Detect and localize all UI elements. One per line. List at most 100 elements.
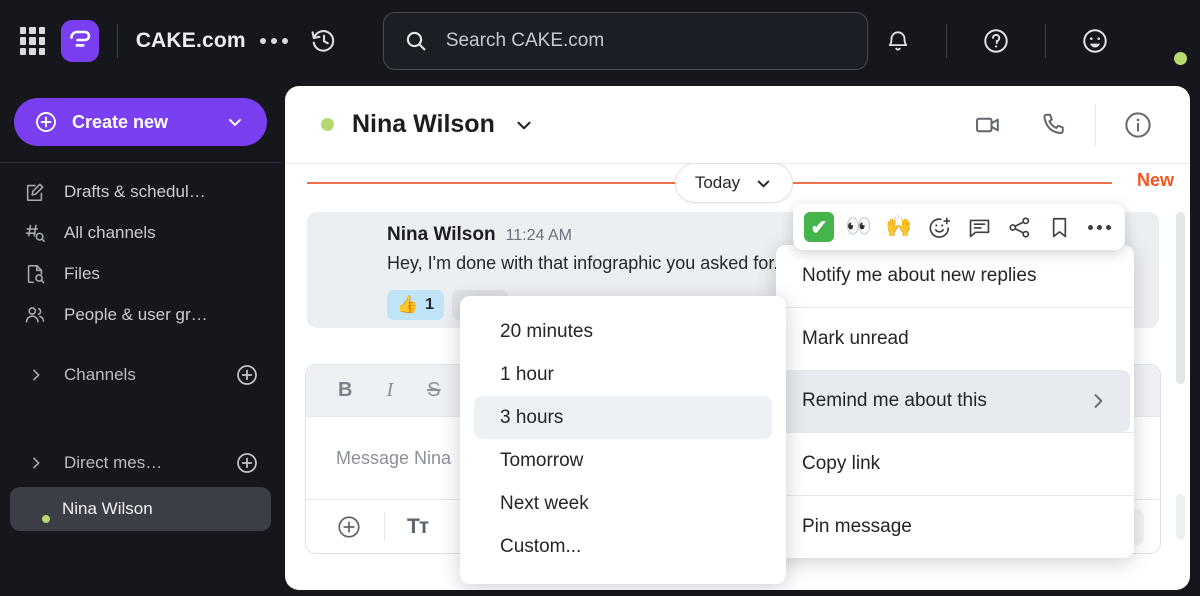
- top-bar-right: [868, 16, 1200, 67]
- add-reaction-button[interactable]: [921, 209, 957, 245]
- reaction-count: 1: [425, 296, 435, 313]
- chevron-down-icon: [754, 174, 773, 193]
- menu-item-mark-unread[interactable]: Mark unread: [780, 308, 1130, 370]
- question-circle-icon[interactable]: [965, 27, 1027, 55]
- search-icon: [404, 29, 428, 53]
- sidebar-item-label: Drafts & schedul…: [64, 181, 206, 201]
- header-divider: [116, 24, 118, 58]
- remind-me-submenu: 20 minutes 1 hour 3 hours Tomorrow Next …: [460, 296, 786, 584]
- chevron-right-icon: [28, 455, 44, 471]
- message-list-scrollbar[interactable]: [1176, 212, 1185, 384]
- sidebar-section-label: Direct mes…: [64, 453, 163, 472]
- sidebar-item-label: All channels: [64, 222, 156, 242]
- sidebar: Create new Drafts & schedul… All channel…: [0, 82, 281, 596]
- context-menu-group: Notify me about new replies: [776, 245, 1134, 307]
- sidebar-item-people[interactable]: People & user gr…: [0, 294, 281, 335]
- check-glyph: ✔: [804, 212, 834, 242]
- menu-item-pin-message[interactable]: Pin message: [780, 496, 1130, 558]
- status-badge: [321, 118, 334, 131]
- file-search-icon: [24, 263, 50, 285]
- composer-scrollbar[interactable]: [1176, 494, 1185, 540]
- sidebar-section-channels[interactable]: Channels: [0, 353, 281, 397]
- reply-in-thread-button[interactable]: [961, 209, 997, 245]
- divider: [1095, 103, 1096, 146]
- pumble-logo-icon[interactable]: [61, 20, 99, 62]
- sidebar-section-label: Channels: [64, 365, 136, 384]
- phone-icon[interactable]: [1021, 111, 1087, 139]
- chevron-down-icon[interactable]: [513, 114, 535, 136]
- new-messages-label: New: [1136, 170, 1174, 190]
- new-messages-divider: New Today: [285, 163, 1190, 203]
- bold-button[interactable]: B: [338, 379, 352, 402]
- search-placeholder: Search CAKE.com: [445, 30, 605, 51]
- message-context-menu: Notify me about new replies Mark unread …: [776, 245, 1134, 558]
- info-circle-icon[interactable]: [1104, 110, 1172, 140]
- chevron-right-icon: [28, 367, 44, 383]
- divider: [946, 24, 947, 58]
- submenu-item-1-hour[interactable]: 1 hour: [474, 353, 772, 396]
- divider: [384, 512, 385, 541]
- share-message-button[interactable]: [1001, 209, 1037, 245]
- page-title: Nina Wilson: [352, 110, 495, 138]
- message-hover-toolbar: ✔ 👀 🙌: [793, 204, 1125, 250]
- white-check-mark-reaction[interactable]: ✔: [801, 209, 837, 245]
- submenu-item-next-week[interactable]: Next week: [474, 482, 772, 525]
- status-badge: [40, 513, 52, 525]
- menu-item-notify-new-replies[interactable]: Notify me about new replies: [780, 245, 1130, 307]
- eyes-reaction[interactable]: 👀: [841, 209, 877, 245]
- raised-hands-reaction[interactable]: 🙌: [881, 209, 917, 245]
- avatar[interactable]: [1136, 16, 1189, 67]
- add-channel-button[interactable]: [235, 363, 259, 387]
- italic-button[interactable]: I: [386, 379, 393, 402]
- bell-icon[interactable]: [868, 28, 928, 54]
- submenu-item-tomorrow[interactable]: Tomorrow: [474, 439, 772, 482]
- sidebar-item-label: People & user gr…: [64, 304, 208, 324]
- strikethrough-button[interactable]: S: [427, 379, 440, 402]
- smiley-icon[interactable]: [1064, 27, 1126, 55]
- sidebar-section-direct-messages[interactable]: Direct mes…: [0, 441, 281, 485]
- menu-item-label: Remind me about this: [802, 390, 987, 411]
- sidebar-item-nina-wilson[interactable]: Nina Wilson: [10, 487, 271, 531]
- top-bar: CAKE.com Search CAKE.com: [0, 0, 1200, 82]
- submenu-item-3-hours[interactable]: 3 hours: [474, 396, 772, 439]
- menu-item-copy-link[interactable]: Copy link: [780, 433, 1130, 495]
- thumbs-up-icon: 👍: [397, 295, 419, 314]
- create-new-label: Create new: [72, 111, 169, 132]
- sidebar-item-drafts[interactable]: Drafts & schedul…: [0, 171, 281, 212]
- conversation-actions: [955, 103, 1172, 146]
- video-camera-icon[interactable]: [955, 111, 1021, 139]
- status-badge: [1172, 50, 1189, 67]
- plus-circle-icon: [34, 110, 58, 134]
- sidebar-item-label: Files: [64, 263, 100, 283]
- sidebar-item-all-channels[interactable]: All channels: [0, 212, 281, 253]
- hash-search-icon: [24, 222, 50, 244]
- conversation-header: Nina Wilson: [285, 86, 1190, 164]
- context-menu-group: Mark unread Remind me about this: [776, 307, 1134, 432]
- search-input[interactable]: Search CAKE.com: [382, 12, 868, 70]
- sidebar-item-label: Nina Wilson: [62, 499, 153, 518]
- more-actions-button[interactable]: [1081, 209, 1117, 245]
- avatar: [20, 494, 52, 525]
- reaction-chip-thumbs-up[interactable]: 👍 1: [387, 290, 445, 320]
- date-pill-today[interactable]: Today: [675, 163, 793, 203]
- more-horizontal-icon[interactable]: [259, 38, 288, 44]
- sidebar-nav: Drafts & schedul… All channels Files Peo…: [0, 163, 281, 335]
- plus-circle-icon[interactable]: [336, 514, 362, 540]
- divider: [1045, 24, 1046, 58]
- format-text-button[interactable]: Tᴛ: [407, 515, 429, 539]
- submenu-item-20-minutes[interactable]: 20 minutes: [474, 310, 772, 353]
- people-icon: [24, 304, 50, 326]
- workspace-title[interactable]: CAKE.com: [136, 29, 246, 53]
- create-new-button[interactable]: Create new: [14, 98, 267, 146]
- more-horizontal-icon: [1087, 224, 1111, 230]
- sidebar-item-files[interactable]: Files: [0, 253, 281, 294]
- avatar: [325, 228, 371, 274]
- grid-apps-icon[interactable]: [20, 27, 46, 55]
- menu-item-remind-me-about-this[interactable]: Remind me about this: [780, 370, 1130, 432]
- save-message-button[interactable]: [1041, 209, 1077, 245]
- add-direct-message-button[interactable]: [235, 451, 259, 475]
- submenu-item-custom[interactable]: Custom...: [474, 525, 772, 568]
- drafts-pencil-icon: [24, 181, 50, 203]
- date-pill-label: Today: [694, 173, 741, 192]
- history-clock-icon[interactable]: [310, 27, 338, 55]
